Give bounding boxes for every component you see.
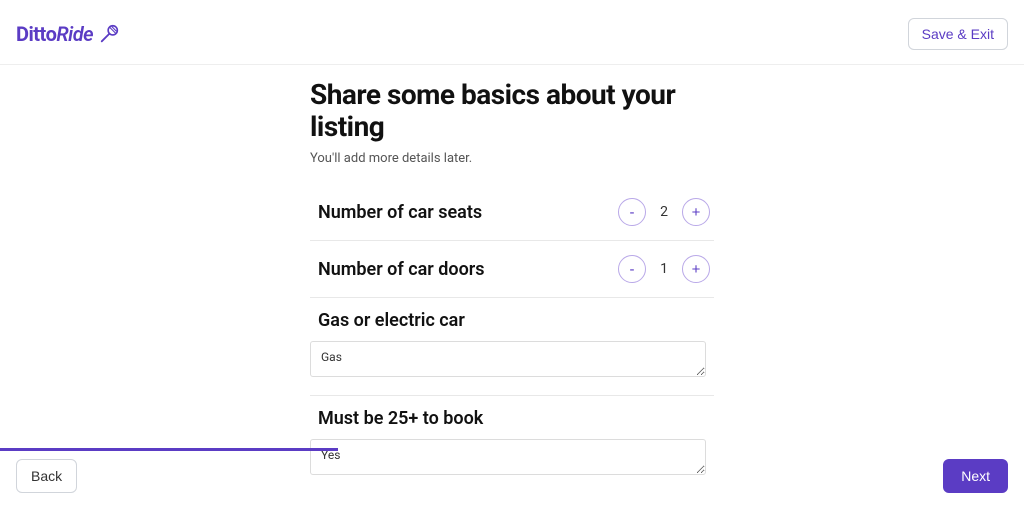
- logo-text-part2: Ride: [56, 22, 93, 46]
- seats-increment-button[interactable]: +: [682, 198, 710, 226]
- doors-row: Number of car doors - 1 +: [310, 241, 714, 298]
- header: DittoRide Save & Exit: [0, 0, 1024, 65]
- logo[interactable]: DittoRide: [16, 22, 121, 46]
- logo-text-part1: Ditto: [16, 22, 56, 46]
- logo-text: DittoRide: [16, 22, 93, 46]
- doors-label: Number of car doors: [318, 259, 484, 280]
- save-exit-button[interactable]: Save & Exit: [908, 18, 1008, 50]
- seats-row: Number of car seats - 2 +: [310, 184, 714, 241]
- back-button[interactable]: Back: [16, 459, 77, 493]
- main-content: Share some basics about your listing You…: [310, 65, 714, 493]
- seats-value: 2: [658, 204, 670, 220]
- fuel-input[interactable]: [310, 341, 706, 377]
- seats-decrement-button[interactable]: -: [618, 198, 646, 226]
- footer: Back Next: [0, 447, 1024, 507]
- fuel-section: Gas or electric car: [310, 298, 714, 396]
- doors-decrement-button[interactable]: -: [618, 255, 646, 283]
- doors-value: 1: [658, 261, 670, 277]
- fuel-label: Gas or electric car: [318, 310, 710, 331]
- microphone-icon: [99, 23, 121, 45]
- seats-stepper: - 2 +: [618, 198, 710, 226]
- page-subtitle: You'll add more details later.: [310, 151, 714, 166]
- age-label: Must be 25+ to book: [318, 408, 710, 429]
- seats-label: Number of car seats: [318, 202, 482, 223]
- page-title: Share some basics about your listing: [310, 79, 714, 143]
- doors-increment-button[interactable]: +: [682, 255, 710, 283]
- doors-stepper: - 1 +: [618, 255, 710, 283]
- next-button[interactable]: Next: [943, 459, 1008, 493]
